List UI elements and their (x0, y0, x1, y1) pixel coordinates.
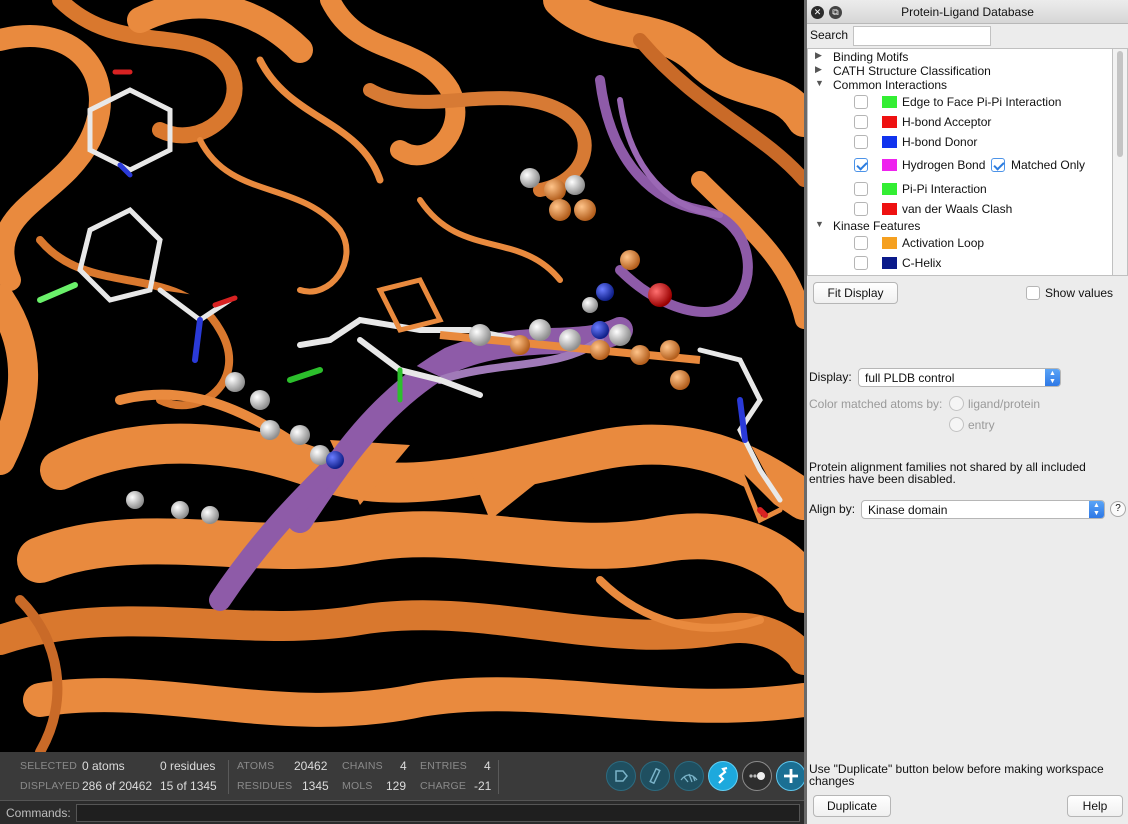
select-arrows-icon: ▲ ▼ (1089, 501, 1104, 518)
radio-ligand-protein-label: ligand/protein (968, 397, 1041, 411)
displayed-residues: 15 of 1345 (160, 779, 217, 793)
fit-display-button[interactable]: Fit Display (813, 282, 898, 304)
matched-only-label: Matched Only (1011, 158, 1086, 172)
protein-ligand-database-panel: ✕ ⧉ Protein-Ligand Database Search ▶ Bin… (807, 0, 1128, 824)
residues-value: 1345 (302, 779, 329, 793)
kinase-row-activation-loop: Activation Loop (808, 236, 1108, 252)
status-divider (498, 760, 499, 794)
panel-titlebar: ✕ ⧉ Protein-Ligand Database (807, 0, 1128, 24)
ribbon-style-icon[interactable] (640, 761, 670, 791)
show-values-checkbox[interactable] (1026, 286, 1040, 300)
display-select[interactable]: full PLDB control ▲ ▼ (858, 368, 1061, 387)
charge-value: -21 (474, 779, 492, 793)
radio-entry-label: entry (968, 418, 995, 432)
residues-label: RESIDUES (237, 780, 293, 792)
add-icon[interactable] (776, 761, 806, 791)
collapse-arrow-icon[interactable]: ▼ (815, 219, 824, 229)
color-swatch (882, 136, 897, 148)
interaction-checkbox[interactable] (854, 182, 868, 196)
expand-arrow-icon[interactable]: ▶ (815, 64, 822, 75)
display-toggle-icon[interactable] (742, 761, 772, 791)
displayed-label: DISPLAYED (20, 780, 80, 792)
selected-atoms: 0 atoms (82, 759, 125, 773)
style-tag-icon[interactable] (606, 761, 636, 791)
color-matched-label: Color matched atoms by: (809, 397, 943, 411)
mols-value: 129 (386, 779, 407, 793)
display-label: Display: (809, 370, 852, 384)
command-input[interactable] (76, 804, 800, 822)
status-divider (228, 760, 229, 794)
atoms-value: 20462 (294, 759, 328, 773)
panel-title: Protein-Ligand Database (901, 5, 1034, 19)
kinase-row-c-helix: C-Helix (808, 256, 1108, 272)
interaction-row-hbond-donor: H-bond Donor (808, 135, 1108, 151)
entries-value: 4 (484, 759, 491, 773)
tree-item-kinase-features[interactable]: ▼ Kinase Features (808, 219, 1108, 235)
interaction-row-hydrogen-bond: Hydrogen Bond Matched Only (808, 158, 1108, 174)
help-button[interactable]: Help (1067, 795, 1123, 817)
kinase-checkbox[interactable] (854, 256, 868, 270)
commands-label: Commands: (6, 806, 71, 820)
surface-mesh-icon[interactable] (674, 761, 704, 791)
color-swatch (882, 159, 897, 171)
status-bar: SELECTED 0 atoms 0 residues DISPLAYED 28… (0, 752, 806, 800)
interaction-row-hbond-acceptor: H-bond Acceptor (808, 115, 1108, 131)
displayed-atoms: 286 of 20462 (82, 779, 153, 793)
filter-tree[interactable]: ▶ Binding Motifs ▶ CATH Structure Classi… (807, 48, 1113, 276)
search-input[interactable] (853, 26, 991, 46)
molecule-scene[interactable] (0, 0, 804, 752)
interaction-checkbox[interactable] (854, 95, 868, 109)
show-values-label: Show values (1045, 286, 1114, 300)
interaction-row-vdw-clash: van der Waals Clash (808, 202, 1108, 218)
mols-label: MOLS (342, 780, 373, 792)
entries-label: ENTRIES (420, 760, 467, 772)
interaction-checkbox[interactable] (854, 135, 868, 149)
workspace-3d-viewport[interactable] (0, 0, 804, 752)
interaction-row-edge-to-face: Edge to Face Pi-Pi Interaction (808, 95, 1108, 111)
maestro-window: SELECTED 0 atoms 0 residues DISPLAYED 28… (0, 0, 1128, 824)
tree-item-common-interactions[interactable]: ▼ Common Interactions (808, 78, 1108, 94)
color-swatch (882, 116, 897, 128)
select-arrows-icon: ▲ ▼ (1045, 369, 1060, 386)
interaction-checkbox[interactable] (854, 115, 868, 129)
color-swatch (882, 257, 897, 269)
command-bar: Commands: (0, 800, 804, 824)
help-icon[interactable]: ? (1110, 501, 1126, 517)
kinase-checkbox[interactable] (854, 236, 868, 250)
selected-residues: 0 residues (160, 759, 216, 773)
atoms-label: ATOMS (237, 760, 275, 772)
ribbon-toggle-icon[interactable] (708, 761, 738, 791)
duplicate-note: Use "Duplicate" button below before maki… (809, 762, 1104, 788)
tree-scrollbar[interactable] (1113, 48, 1128, 276)
search-label: Search (810, 28, 849, 42)
alignment-note: Protein alignment families not shared by… (809, 460, 1086, 486)
chains-label: CHAINS (342, 760, 383, 772)
color-swatch (882, 96, 897, 108)
color-swatch (882, 203, 897, 215)
interaction-row-pi-pi: Pi-Pi Interaction (808, 182, 1108, 198)
color-swatch (882, 237, 897, 249)
expand-arrow-icon[interactable]: ▶ (815, 50, 822, 61)
radio-entry[interactable] (949, 417, 964, 432)
color-swatch (882, 183, 897, 195)
duplicate-button[interactable]: Duplicate (813, 795, 891, 817)
matched-only-checkbox[interactable] (991, 158, 1005, 172)
interaction-checkbox[interactable] (854, 158, 868, 172)
interaction-checkbox[interactable] (854, 202, 868, 216)
radio-ligand-protein[interactable] (949, 396, 964, 411)
collapse-arrow-icon[interactable]: ▼ (815, 78, 824, 88)
charge-label: CHARGE (420, 780, 467, 792)
align-by-select[interactable]: Kinase domain ▲ ▼ (861, 500, 1105, 519)
selected-label: SELECTED (20, 760, 78, 772)
scrollbar-thumb[interactable] (1117, 51, 1123, 157)
align-by-label: Align by: (809, 502, 856, 516)
chains-value: 4 (400, 759, 407, 773)
